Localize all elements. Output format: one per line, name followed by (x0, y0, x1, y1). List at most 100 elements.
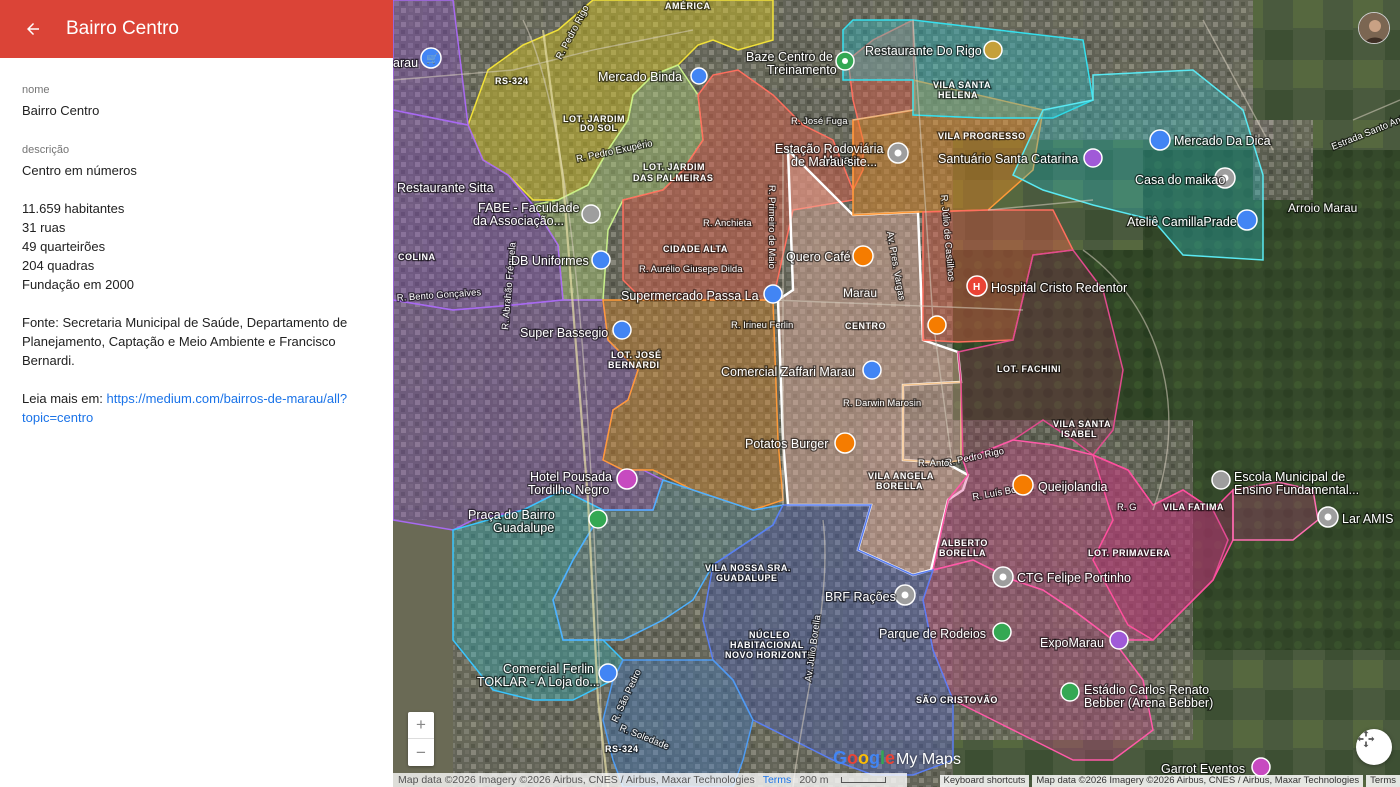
read-more-link-part1: https://medium.com/bairros-de-marau/all? (106, 391, 348, 406)
svg-text:COLINA: COLINA (398, 252, 436, 262)
svg-text:Arroio Marau: Arroio Marau (1288, 201, 1357, 215)
svg-text:H: H (973, 282, 980, 293)
fork-knife-icon (1012, 474, 1034, 496)
svg-text:Lar AMIS: Lar AMIS (1342, 512, 1393, 526)
svg-text:VILA FATIMA: VILA FATIMA (1163, 502, 1224, 512)
svg-text:R. José Fuga: R. José Fuga (791, 116, 848, 127)
my-maps-wordmark: My Maps (896, 751, 961, 768)
pin-icon (1317, 506, 1339, 528)
svg-text:Restaurante Do Rigo: Restaurante Do Rigo (865, 44, 982, 58)
svg-text:arau: arau (393, 56, 418, 70)
svg-text:Mercado Da Dica: Mercado Da Dica (1174, 134, 1271, 148)
svg-text:🛒: 🛒 (426, 52, 438, 65)
attribution-text: Map data ©2026 Imagery ©2026 Airbus, CNE… (398, 774, 755, 786)
svg-text:VILA SANTA: VILA SANTA (1053, 419, 1111, 429)
scale-bar[interactable]: 200 m (799, 774, 893, 786)
description-field: descrição Centro em números 11.659 habit… (22, 144, 371, 427)
svg-text:R. Anchieta: R. Anchieta (703, 218, 752, 229)
keyboard-shortcuts-button[interactable]: Keyboard shortcuts (939, 775, 1030, 787)
terms-link-right[interactable]: Terms (1366, 775, 1400, 787)
svg-text:LOT. JOSÉ: LOT. JOSÉ (611, 350, 662, 360)
name-label: nome (22, 84, 50, 96)
svg-text:CIDADE ALTA: CIDADE ALTA (663, 244, 728, 254)
fork-knife-icon (834, 432, 856, 454)
svg-text:Ensino Fundamental...: Ensino Fundamental... (1234, 483, 1359, 497)
svg-text:CTG Felipe Portinho: CTG Felipe Portinho (1017, 571, 1131, 585)
svg-text:Super Bassegio: Super Bassegio (520, 326, 608, 340)
bed-icon (616, 468, 638, 490)
svg-text:GUADALUPE: GUADALUPE (716, 573, 778, 583)
school-icon (1211, 470, 1231, 490)
svg-text:ALBERTO: ALBERTO (941, 538, 988, 548)
svg-text:NÚCLEO: NÚCLEO (749, 629, 790, 640)
hospital-icon: H (966, 275, 988, 297)
svg-text:Marau: Marau (843, 286, 877, 300)
svg-text:R. Irineu Ferlin: R. Irineu Ferlin (731, 320, 793, 331)
svg-text:SÃO CRISTOVÃO: SÃO CRISTOVÃO (916, 695, 998, 705)
stat-line: 11.659 habitantes (22, 201, 125, 216)
pin-icon (894, 584, 916, 606)
zoom-out-button[interactable]: − (408, 739, 434, 766)
name-value[interactable]: Bairro Centro (22, 101, 371, 120)
svg-text:Santuário Santa Catarina: Santuário Santa Catarina (938, 152, 1078, 166)
cart-icon: 🛒 (420, 47, 442, 69)
svg-text:Queijolandia: Queijolandia (1038, 480, 1108, 494)
google-wordmark: Google (833, 748, 896, 768)
svg-text:R. G: R. G (1117, 502, 1137, 513)
stat-line: 204 quadras (22, 258, 95, 273)
scale-label: 200 m (799, 774, 829, 786)
svg-text:Estádio Carlos Renato: Estádio Carlos Renato (1084, 683, 1209, 697)
cart-icon (862, 360, 882, 380)
svg-text:VILA PROGRESSO: VILA PROGRESSO (938, 131, 1026, 141)
svg-text:BRF Rações: BRF Rações (825, 590, 896, 604)
svg-text:BORELLA: BORELLA (876, 481, 923, 491)
svg-text:NOVO HORIZONTE: NOVO HORIZONTE (725, 650, 814, 660)
bag-icon (591, 250, 611, 270)
fullscreen-icon (1357, 730, 1375, 748)
svg-text:DO SOL: DO SOL (580, 123, 618, 133)
stadium-icon (1060, 682, 1080, 702)
svg-text:DB Uniformes: DB Uniformes (511, 254, 589, 268)
svg-text:Guadalupe: Guadalupe (493, 521, 554, 535)
map-attribution-left: Map data ©2026 Imagery ©2026 Airbus, CNE… (393, 773, 907, 787)
svg-text:Restaurante Sitta: Restaurante Sitta (397, 181, 494, 195)
source-line: Fonte: Secretaria Municipal de Saúde, De… (22, 315, 348, 330)
cart-icon (763, 284, 783, 304)
description-value[interactable]: Centro em números 11.659 habitantes 31 r… (22, 161, 371, 427)
description-label: descrição (22, 144, 70, 156)
svg-text:Hospital Cristo Redentor: Hospital Cristo Redentor (991, 281, 1127, 295)
svg-text:DAS PALMEIRAS: DAS PALMEIRAS (633, 173, 713, 183)
svg-text:RS-324: RS-324 (495, 76, 529, 86)
fullscreen-button[interactable] (1356, 729, 1392, 765)
fork-knife-icon (852, 245, 874, 267)
person-icon (1359, 13, 1389, 43)
svg-text:Treinamento: Treinamento (767, 63, 837, 77)
svg-text:ExpoMarau: ExpoMarau (1040, 636, 1104, 650)
read-more-prefix: Leia mais em: (22, 391, 107, 406)
zoom-in-button[interactable]: + (408, 712, 434, 739)
name-field: nome Bairro Centro (22, 84, 371, 120)
svg-text:VILA NOSSA SRA.: VILA NOSSA SRA. (705, 563, 791, 573)
svg-text:HELENA: HELENA (938, 90, 978, 100)
svg-text:de Marau site...: de Marau site... (791, 155, 877, 169)
panel-body: nome Bairro Centro descrição Centro em n… (0, 58, 393, 427)
cart-icon (612, 320, 632, 340)
svg-text:Ateliê CamillaPrade: Ateliê CamillaPrade (1127, 215, 1237, 229)
svg-text:Baze Centro de: Baze Centro de (746, 50, 833, 64)
svg-text:BERNARDI: BERNARDI (608, 360, 660, 370)
svg-text:Estação Rodoviária: Estação Rodoviária (775, 142, 883, 156)
back-button[interactable] (22, 18, 44, 40)
tree-icon (588, 509, 608, 529)
svg-text:Potatos Burger: Potatos Burger (745, 437, 828, 451)
user-avatar[interactable] (1358, 12, 1390, 44)
google-my-maps-logo: Google My Maps (833, 748, 961, 769)
svg-text:Comercial Ferlin: Comercial Ferlin (503, 662, 594, 676)
terms-link[interactable]: Terms (763, 774, 792, 786)
svg-text:Tordilho Negro: Tordilho Negro (528, 483, 609, 497)
map-canvas[interactable]: AMÉRICA LOT. JARDIM DO SOL LOT. JARDIM D… (393, 0, 1400, 787)
pin-icon (992, 566, 1014, 588)
theater-icon (1109, 630, 1129, 650)
fork-knife-icon (927, 315, 947, 335)
svg-text:Praça do Bairro: Praça do Bairro (468, 508, 555, 522)
svg-text:Parque de Rodeios: Parque de Rodeios (879, 627, 986, 641)
